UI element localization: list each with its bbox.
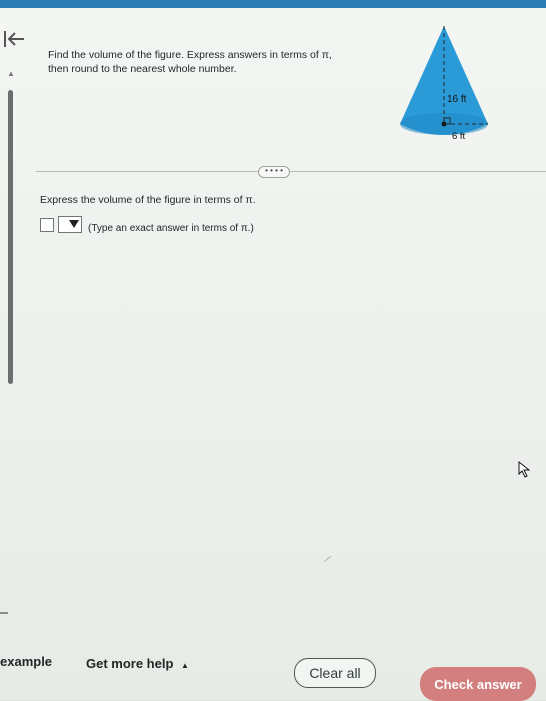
mouse-cursor-icon [517, 460, 531, 478]
back-to-first-icon[interactable] [2, 28, 26, 50]
left-rail[interactable]: ▲ [6, 70, 16, 630]
section-divider [36, 171, 546, 172]
radius-label: 6 ft [452, 131, 466, 142]
answer-input-box[interactable] [40, 218, 54, 232]
faint-mark [323, 550, 333, 563]
more-options-button[interactable]: • • • • [258, 166, 290, 178]
question-text: Find the volume of the figure. Express a… [48, 48, 348, 76]
get-more-help-link[interactable]: Get more help ▲ [86, 656, 189, 671]
height-label: 16 ft [447, 94, 467, 105]
answer-prompt: Express the volume of the figure in term… [40, 194, 256, 206]
clear-all-button[interactable]: Clear all [294, 658, 376, 688]
question-page: ▲ Find the volume of the figure. Express… [0, 8, 546, 701]
scroll-up-arrow-icon[interactable]: ▲ [7, 70, 15, 78]
check-answer-button[interactable]: Check answer [420, 667, 536, 701]
scrollbar-thumb[interactable] [8, 90, 13, 384]
example-link[interactable]: example [0, 654, 52, 669]
answer-hint: (Type an exact answer in terms of π.) [88, 223, 254, 234]
cone-figure: 16 ft 6 ft [392, 20, 496, 150]
cone-svg: 16 ft 6 ft [400, 26, 488, 142]
footer-left-mark [0, 612, 8, 614]
get-more-help-label: Get more help [86, 656, 174, 671]
question-line-2: then round to the nearest whole number. [48, 63, 237, 75]
answer-format-select[interactable] [58, 216, 82, 233]
caret-up-icon: ▲ [181, 661, 189, 670]
dropdown-arrow-icon [69, 220, 79, 228]
question-line-1: Find the volume of the figure. Express a… [48, 49, 332, 61]
